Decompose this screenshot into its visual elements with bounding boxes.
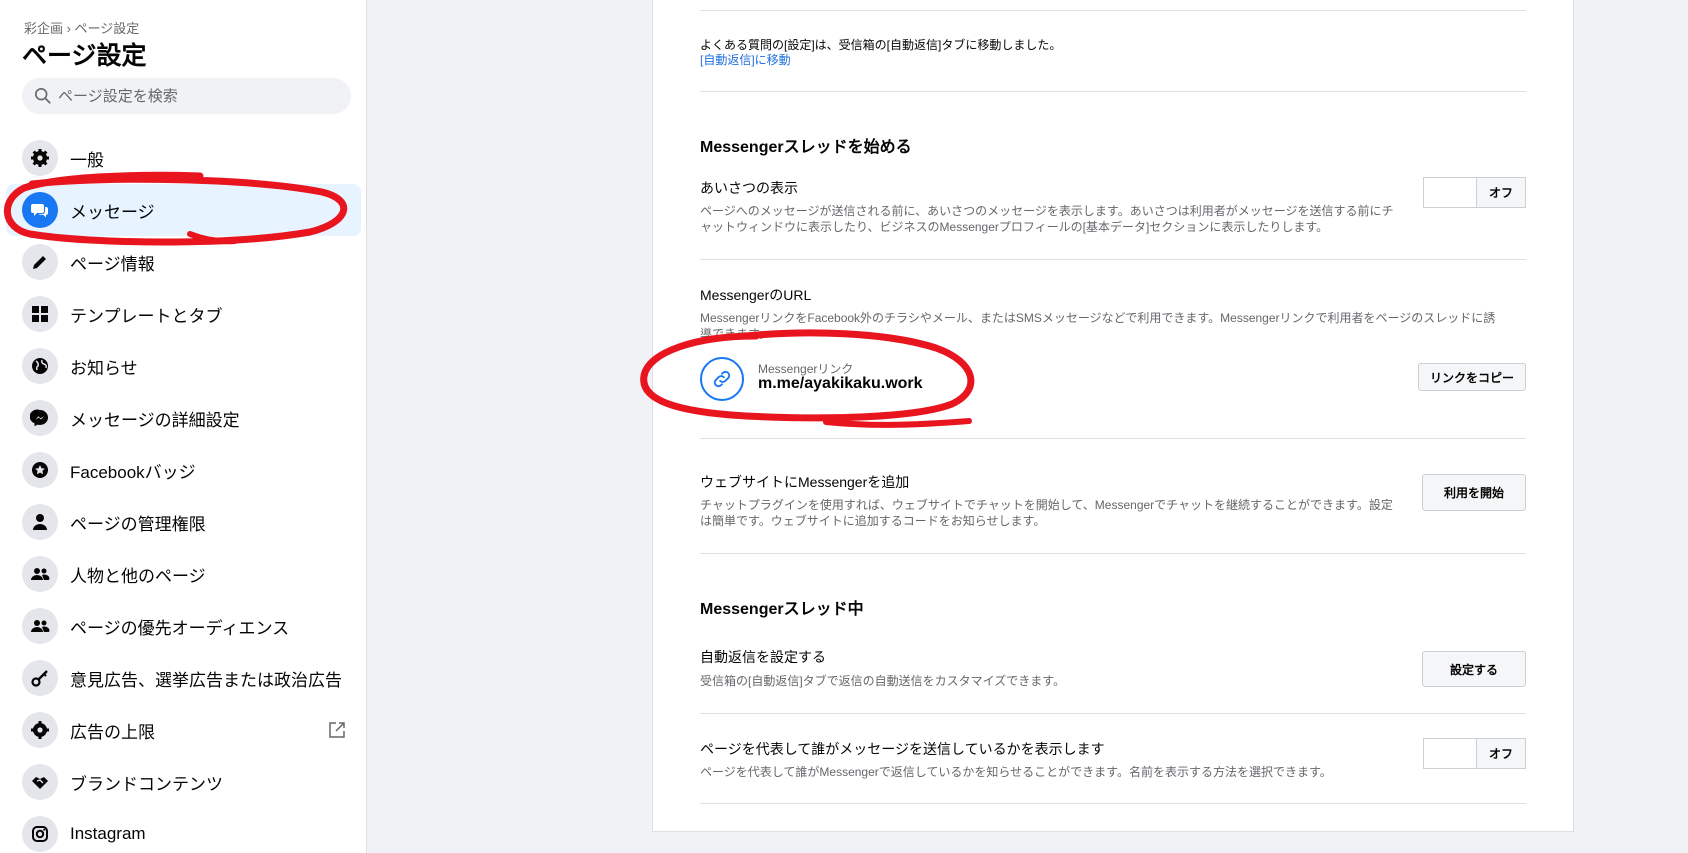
messenger-link-url[interactable]: m.me/ayakikaku.work: [758, 375, 923, 393]
instagram-icon: [22, 816, 58, 852]
sidebar-item-page-info[interactable]: ページ情報: [6, 236, 361, 288]
search-input[interactable]: [58, 87, 338, 105]
sidebar-item-label: ページ情報: [70, 254, 155, 274]
divider: [700, 713, 1526, 714]
people-icon: [22, 608, 58, 644]
website-messenger-title: ウェブサイトにMessengerを追加: [700, 474, 910, 490]
sidebar-item-label: 広告の上限: [70, 722, 155, 742]
divider: [700, 553, 1526, 554]
pencil-icon: [22, 244, 58, 280]
sidebar-item-notifications[interactable]: お知らせ: [6, 340, 361, 392]
sidebar-item-label: メッセージの詳細設定: [70, 410, 240, 430]
person-icon: [22, 504, 58, 540]
sidebar-item-label: ページの管理権限: [70, 514, 206, 534]
messaging-settings-card: [652, 0, 1574, 832]
sidebar-item-general[interactable]: 一般: [6, 132, 361, 184]
toggle-state: オフ: [1477, 739, 1525, 768]
divider: [700, 259, 1526, 260]
divider: [700, 438, 1526, 439]
in-thread-section-title: Messengerスレッド中: [700, 601, 864, 618]
search-box[interactable]: [22, 78, 351, 114]
chat-icon: [22, 192, 58, 228]
sidebar-item-political-ads[interactable]: 意見広告、選挙広告または政治広告: [6, 652, 361, 704]
set-auto-reply-button[interactable]: 設定する: [1422, 651, 1526, 687]
sidebar-item-page-roles[interactable]: ページの管理権限: [6, 496, 361, 548]
sidebar-item-people-other-pages[interactable]: 人物と他のページ: [6, 548, 361, 600]
copy-link-button[interactable]: リンクをコピー: [1418, 363, 1526, 391]
greeting-description: ページへのメッセージが送信される前に、あいさつのメッセージを表示します。あいさつ…: [700, 204, 1394, 234]
people-icon: [22, 556, 58, 592]
sidebar-item-preferred-audience[interactable]: ページの優先オーディエンス: [6, 600, 361, 652]
handshake-icon: [22, 764, 58, 800]
sidebar-item-branded-content[interactable]: ブランドコンテンツ: [6, 756, 361, 808]
sidebar-item-label: テンプレートとタブ: [70, 306, 223, 326]
messenger-icon: [22, 400, 58, 436]
divider: [700, 10, 1526, 11]
sidebar-item-ad-limits[interactable]: 広告の上限: [6, 704, 361, 756]
page-title: ページ設定: [22, 42, 147, 70]
sidebar-item-label: お知らせ: [70, 358, 138, 378]
sidebar-nav: 一般 メッセージ ページ情報 テンプレートとタブ お知らせ メッセージの詳細設定…: [0, 132, 367, 853]
start-thread-section-title: Messengerスレッドを始める: [700, 139, 912, 156]
breadcrumb[interactable]: 彩企画 › ページ設定: [24, 18, 139, 37]
globe-icon: [22, 348, 58, 384]
link-icon: [700, 357, 744, 401]
toggle-state: オフ: [1477, 178, 1525, 207]
greeting-title: あいさつの表示: [700, 180, 798, 196]
show-sender-toggle[interactable]: オフ: [1423, 738, 1526, 769]
sidebar-item-advanced-messaging[interactable]: メッセージの詳細設定: [6, 392, 361, 444]
auto-reply-description: 受信箱の[自動返信]タブで返信の自動送信をカスタマイズできます。: [700, 674, 1066, 688]
sidebar-item-templates-tabs[interactable]: テンプレートとタブ: [6, 288, 361, 340]
sidebar-item-label: ページの優先オーディエンス: [70, 618, 290, 638]
grid-icon: [22, 296, 58, 332]
show-sender-title: ページを代表して誰がメッセージを送信しているかを表示します: [700, 741, 1105, 757]
settings-sidebar: 彩企画 › ページ設定 ページ設定 一般 メッセージ ページ情報 テンプレートと…: [0, 0, 367, 853]
sidebar-item-label: ブランドコンテンツ: [70, 774, 223, 794]
gear-icon: [22, 140, 58, 176]
greeting-toggle[interactable]: オフ: [1423, 177, 1526, 208]
divider: [700, 803, 1526, 804]
external-link-icon[interactable]: [327, 720, 347, 740]
gear-icon: [22, 712, 58, 748]
sidebar-item-label: メッセージ: [70, 202, 155, 222]
sidebar-item-label: Instagram: [70, 824, 146, 843]
search-icon: [34, 87, 51, 104]
divider: [700, 91, 1526, 92]
show-sender-description: ページを代表して誰がMessengerで返信しているかを知らせることができます。…: [700, 765, 1332, 779]
get-started-button[interactable]: 利用を開始: [1422, 474, 1526, 511]
messenger-url-description: MessengerリンクをFacebook外のチラシやメール、またはSMSメッセ…: [700, 311, 1496, 341]
sidebar-item-facebook-badge[interactable]: Facebookバッジ: [6, 444, 361, 496]
key-icon: [22, 660, 58, 696]
sidebar-item-instagram[interactable]: Instagram: [6, 808, 361, 853]
messenger-url-title: MessengerのURL: [700, 287, 812, 303]
sidebar-item-label: 意見広告、選挙広告または政治広告: [70, 670, 342, 690]
sidebar-item-label: 一般: [70, 150, 104, 170]
auto-reply-title: 自動返信を設定する: [700, 649, 826, 665]
badge-icon: [22, 452, 58, 488]
sidebar-item-label: 人物と他のページ: [70, 566, 206, 586]
sidebar-item-messages[interactable]: メッセージ: [6, 184, 361, 236]
website-messenger-description: チャットプラグインを使用すれば、ウェブサイトでチャットを開始して、Messeng…: [700, 498, 1393, 528]
sidebar-item-label: Facebookバッジ: [70, 462, 196, 482]
auto-reply-link[interactable]: [自動返信]に移動: [700, 51, 791, 68]
